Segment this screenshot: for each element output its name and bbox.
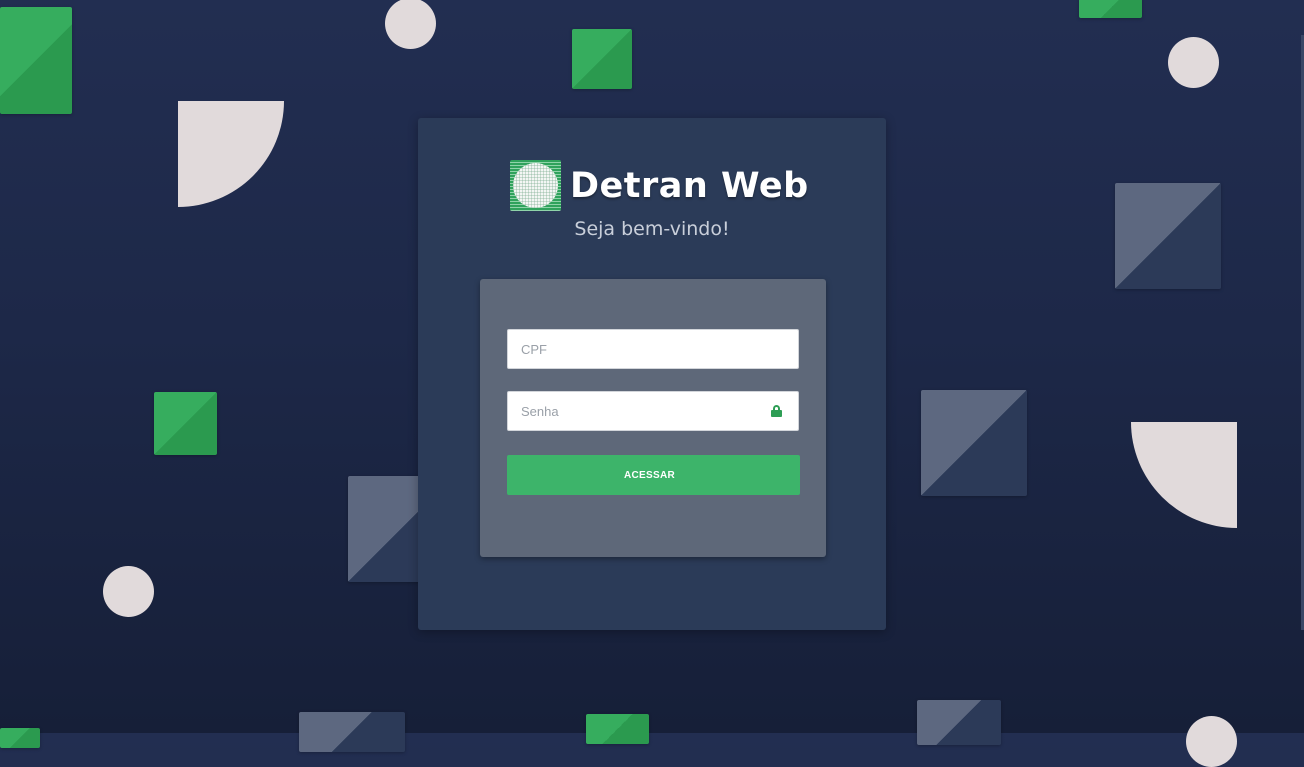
lock-icon bbox=[771, 405, 782, 417]
login-card: Detran Web Seja bem-vindo! ACESSAR bbox=[418, 118, 886, 630]
decor-green-square bbox=[572, 29, 632, 89]
decor-quarter-circle bbox=[178, 101, 284, 207]
brand-name: Detran Web bbox=[570, 165, 809, 206]
decor-circle bbox=[1186, 716, 1237, 767]
decor-circle bbox=[1168, 37, 1219, 88]
decor-green-square bbox=[154, 392, 217, 455]
detran-logo-icon bbox=[510, 160, 561, 211]
login-form-panel: ACESSAR bbox=[480, 279, 826, 557]
decor-circle bbox=[385, 0, 436, 49]
senha-field[interactable] bbox=[507, 391, 799, 431]
decor-green-square bbox=[586, 714, 649, 744]
welcome-message: Seja bem-vindo! bbox=[574, 218, 730, 240]
cpf-input[interactable] bbox=[508, 330, 761, 368]
acessar-button[interactable]: ACESSAR bbox=[507, 455, 800, 495]
decor-gray-square bbox=[917, 700, 1001, 745]
brand-header: Detran Web bbox=[510, 160, 809, 211]
decor-gray-square bbox=[921, 390, 1027, 496]
decor-gray-square bbox=[1115, 183, 1221, 289]
decor-green-square bbox=[0, 7, 72, 114]
decor-green-square bbox=[0, 728, 40, 748]
globe-icon bbox=[513, 163, 558, 208]
decor-circle bbox=[103, 566, 154, 617]
decor-quarter-circle bbox=[1131, 422, 1237, 528]
decor-green-square bbox=[1079, 0, 1142, 18]
cpf-field[interactable] bbox=[507, 329, 799, 369]
decor-gray-square bbox=[299, 712, 405, 752]
senha-input[interactable] bbox=[508, 392, 761, 430]
